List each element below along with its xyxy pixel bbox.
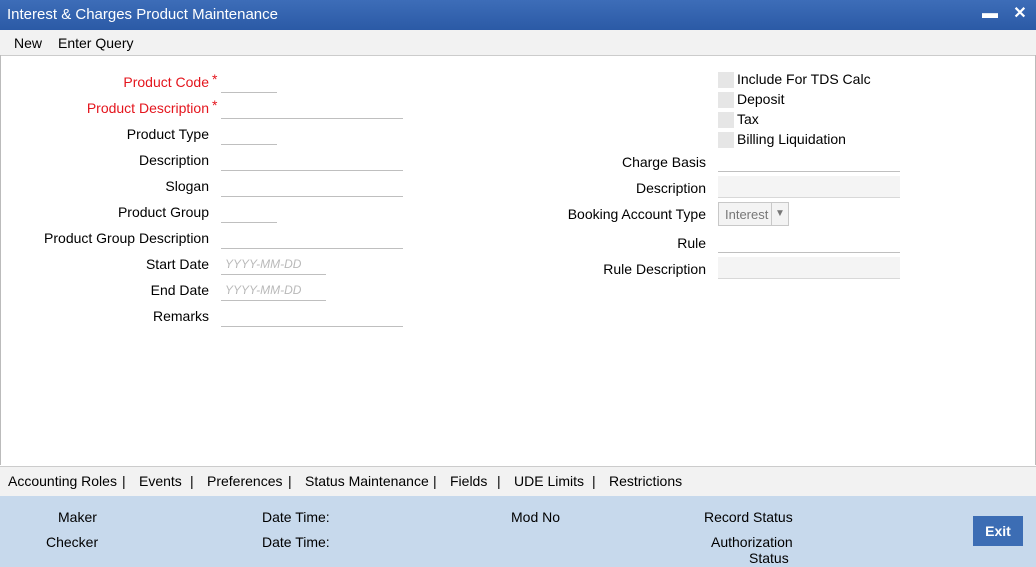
start-date-field[interactable] xyxy=(221,253,326,275)
required-marker: * xyxy=(212,97,218,113)
charge-basis-label: Charge Basis xyxy=(621,154,706,170)
billing-liquidation-label: Billing Liquidation xyxy=(737,131,846,147)
include-tds-label: Include For TDS Calc xyxy=(737,71,871,87)
close-icon[interactable]: ✕ xyxy=(1010,4,1030,24)
tab-separator: | xyxy=(433,473,437,489)
minimize-icon[interactable]: ▬ xyxy=(980,4,1000,24)
booking-account-type-value: Interest xyxy=(725,207,769,222)
menu-bar: New Enter Query xyxy=(0,30,1036,56)
rule-label: Rule xyxy=(677,235,706,251)
tab-separator: | xyxy=(288,473,292,489)
product-description-field[interactable] xyxy=(221,97,403,119)
tab-events[interactable]: Events xyxy=(139,473,182,489)
chevron-down-icon[interactable]: ▼ xyxy=(771,203,788,225)
tab-separator: | xyxy=(122,473,126,489)
description-label: Description xyxy=(138,152,209,168)
record-status-label: Record Status xyxy=(704,509,793,525)
exit-button[interactable]: Exit xyxy=(973,516,1023,546)
audit-footer: Maker Checker Date Time: Date Time: Mod … xyxy=(0,496,1036,567)
subsystem-tabs: Accounting Roles | Events | Preferences … xyxy=(0,466,1036,497)
maker-date-time-label: Date Time: xyxy=(262,509,330,525)
remarks-field[interactable] xyxy=(221,305,403,327)
product-type-label: Product Type xyxy=(126,126,209,142)
product-group-label: Product Group xyxy=(117,204,209,220)
mod-no-label: Mod No xyxy=(511,509,561,525)
tab-status-maintenance[interactable]: Status Maintenance xyxy=(305,473,429,489)
tab-separator: | xyxy=(190,473,194,489)
product-code-field[interactable] xyxy=(221,71,277,93)
end-date-field[interactable] xyxy=(221,279,326,301)
new-menu-item[interactable]: New xyxy=(14,35,42,51)
slogan-label: Slogan xyxy=(165,178,209,194)
required-marker: * xyxy=(212,71,218,87)
tab-restrictions[interactable]: Restrictions xyxy=(609,473,682,489)
product-type-field[interactable] xyxy=(221,123,277,145)
description-field[interactable] xyxy=(221,149,403,171)
rule-description-field xyxy=(718,257,900,279)
authorization-label: Authorization xyxy=(711,534,793,550)
tab-fields[interactable]: Fields xyxy=(450,473,487,489)
tab-separator: | xyxy=(592,473,596,489)
checker-date-time-label: Date Time: xyxy=(262,534,330,550)
booking-account-type-select[interactable]: Interest ▼ xyxy=(718,202,789,226)
rule-description-label: Rule Description xyxy=(603,261,706,277)
tab-preferences[interactable]: Preferences xyxy=(207,473,282,489)
start-date-label: Start Date xyxy=(145,256,209,272)
window-title: Interest & Charges Product Maintenance xyxy=(7,6,278,23)
tab-accounting-roles[interactable]: Accounting Roles xyxy=(8,473,117,489)
product-description-label: Product Description xyxy=(86,100,209,116)
include-tds-checkbox[interactable] xyxy=(718,72,734,88)
right-description-label: Description xyxy=(635,180,706,196)
rule-field[interactable] xyxy=(718,231,900,253)
checker-label: Checker xyxy=(46,534,99,550)
slogan-field[interactable] xyxy=(221,175,403,197)
tax-label: Tax xyxy=(737,111,759,127)
product-group-description-label: Product Group Description xyxy=(44,230,209,246)
product-code-label: Product Code xyxy=(123,74,209,90)
product-group-description-field[interactable] xyxy=(221,227,403,249)
remarks-label: Remarks xyxy=(152,308,209,324)
tax-checkbox[interactable] xyxy=(718,112,734,128)
deposit-label: Deposit xyxy=(737,91,785,107)
booking-account-type-label: Booking Account Type xyxy=(567,206,706,222)
billing-liquidation-checkbox[interactable] xyxy=(718,132,734,148)
authorization-status-label: Status xyxy=(749,550,789,566)
right-description-field xyxy=(718,176,900,198)
deposit-checkbox[interactable] xyxy=(718,92,734,108)
title-bar: Interest & Charges Product Maintenance ▬… xyxy=(0,0,1036,30)
product-group-field[interactable] xyxy=(221,201,277,223)
tab-separator: | xyxy=(497,473,501,489)
end-date-label: End Date xyxy=(150,282,209,298)
tab-ude-limits[interactable]: UDE Limits xyxy=(514,473,584,489)
maker-label: Maker xyxy=(58,509,97,525)
charge-basis-field[interactable] xyxy=(718,150,900,172)
enter-query-menu-item[interactable]: Enter Query xyxy=(58,35,133,51)
